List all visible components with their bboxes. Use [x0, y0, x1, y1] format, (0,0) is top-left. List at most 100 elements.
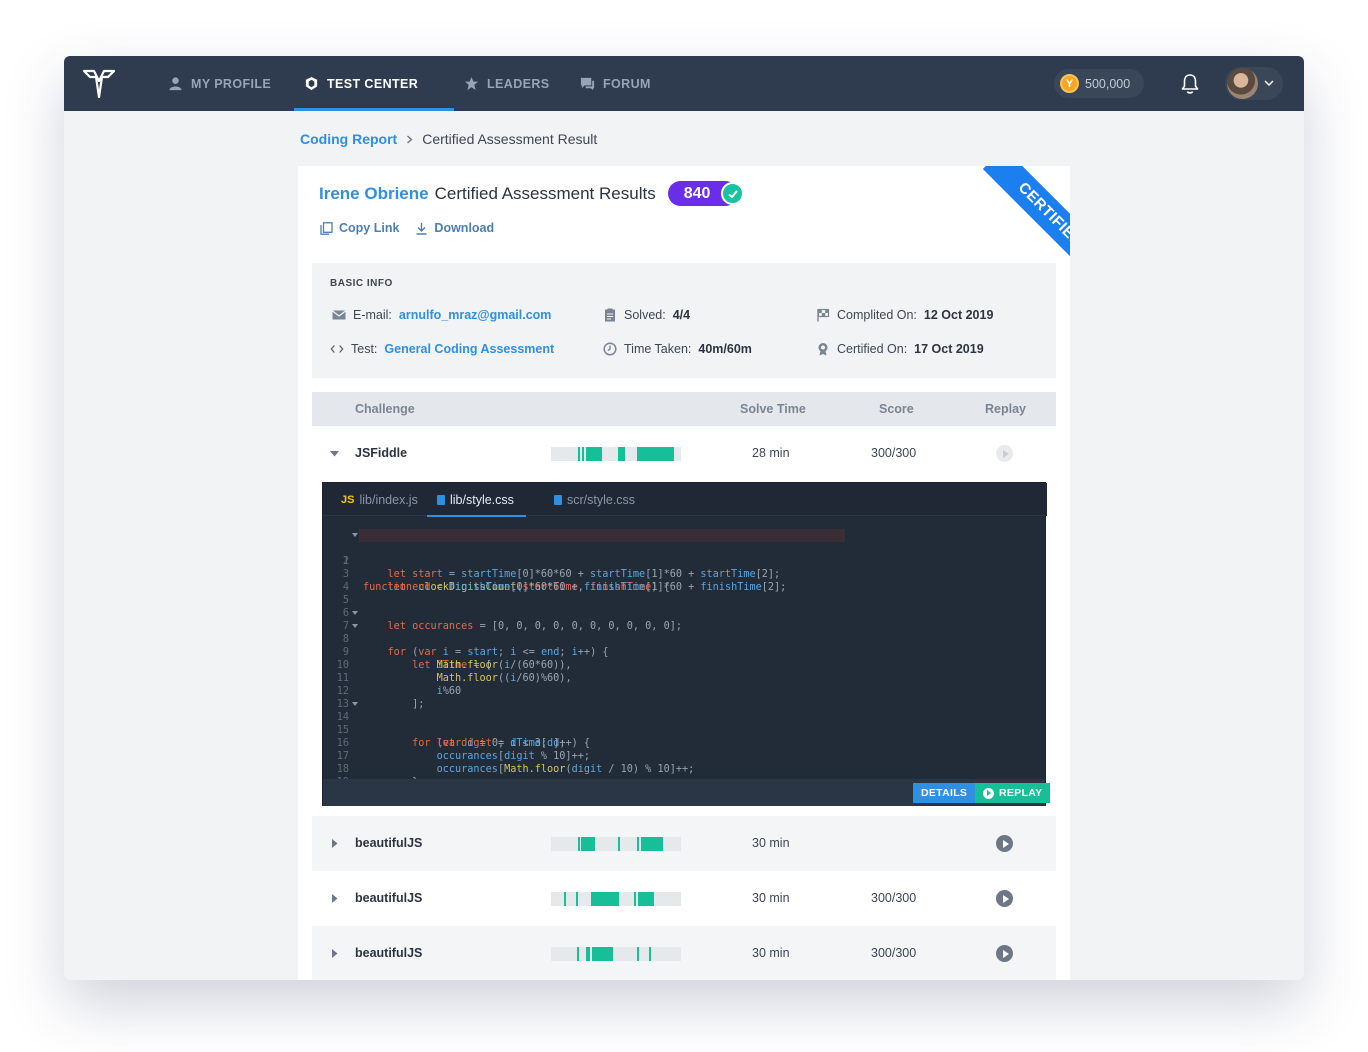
score: 300/300	[871, 946, 917, 960]
code-line: 17 occurances[Math.floor(digit / 10) % 1…	[323, 737, 695, 775]
caret-down-icon[interactable]	[330, 449, 339, 458]
header-score: Score	[879, 402, 914, 416]
tab-label: lib/index.js	[359, 492, 418, 507]
user-menu[interactable]	[1225, 67, 1283, 100]
timeline-segment	[581, 837, 595, 851]
solve-time: 28 min	[752, 446, 790, 460]
fold-arrow-icon[interactable]	[352, 533, 358, 537]
code-line: 2 let start = startTime[0]*60*60 + start…	[323, 542, 780, 580]
nav-my-profile-label: MY PROFILE	[191, 76, 272, 91]
copy-icon	[320, 221, 333, 235]
code-viewer: JS lib/index.js lib/style.css scr/style.…	[322, 482, 1051, 806]
candidate-name[interactable]: Irene Obriene	[319, 184, 429, 204]
timeline-segment	[577, 947, 579, 961]
coin-amount: 500,000	[1085, 76, 1131, 91]
js-file-icon: JS	[341, 493, 355, 506]
checkered-flag-icon	[817, 308, 830, 322]
tab-lib-index-js[interactable]: JS lib/index.js	[341, 483, 418, 516]
timeline-segment	[638, 892, 654, 906]
code-text: let digit = iTime[d];	[436, 738, 566, 749]
caret-right-icon[interactable]	[330, 839, 339, 848]
completed-value: 12 Oct 2019	[923, 308, 994, 322]
css-file-icon	[437, 494, 445, 505]
code-icon	[330, 345, 344, 353]
code-line: 12 ];	[323, 672, 425, 710]
fold-arrow-icon[interactable]	[352, 624, 358, 628]
caret-right-icon[interactable]	[330, 894, 339, 903]
email-link[interactable]: arnulfo_mraz@gmail.com	[399, 308, 552, 322]
nav-test-center[interactable]: TEST CENTER	[293, 56, 455, 111]
copy-link-button[interactable]: Copy Link	[320, 221, 399, 235]
breadcrumb-coding-report[interactable]: Coding Report	[300, 131, 397, 147]
solve-time: 30 min	[752, 946, 790, 960]
nav-leaders[interactable]: LEADERS	[464, 56, 550, 111]
download-icon	[416, 222, 427, 235]
code-text: for (var i = start; i <= end; i++) {	[387, 647, 609, 658]
download-button[interactable]: Download	[415, 221, 494, 235]
notification-bell-icon[interactable]	[1180, 73, 1200, 95]
table-row[interactable]: beautifulJS 30 min 300/300	[312, 871, 1056, 926]
coin-balance[interactable]: Y 500,000	[1054, 69, 1145, 98]
replay-icon[interactable]	[996, 835, 1013, 852]
chevron-down-icon	[1264, 80, 1274, 87]
timeline-segment	[586, 447, 602, 461]
certified-ribbon-label: CERTIFIED	[982, 166, 1070, 270]
code-line: 6 let occurances = [0, 0, 0, 0, 0, 0, 0,…	[323, 594, 682, 632]
table-row[interactable]: JSFiddle 28 min 300/300	[312, 426, 1056, 481]
app-logo-icon[interactable]	[82, 69, 116, 99]
replay-label: REPLAY	[999, 787, 1043, 799]
solve-time: 30 min	[752, 836, 790, 850]
timeline-segment	[591, 892, 619, 906]
table-row[interactable]: beautifulJS 30 min	[312, 816, 1056, 871]
code-line: 15 let digit = iTime[d];	[323, 711, 566, 749]
tab-label: scr/style.css	[567, 492, 636, 507]
code-line: 1 function clockDigitsCount(startTime, f…	[323, 529, 845, 593]
fold-arrow-icon[interactable]	[352, 611, 358, 615]
line-highlight	[359, 529, 845, 542]
replay-button[interactable]: REPLAY	[975, 783, 1051, 803]
timeline-segment	[582, 447, 584, 461]
solve-time: 30 min	[752, 891, 790, 905]
code-line: 19 }	[323, 763, 394, 801]
code-editor[interactable]: 1 function clockDigitsCount(startTime, f…	[323, 529, 1047, 801]
timeline-segment	[564, 892, 566, 906]
replay-icon[interactable]	[996, 445, 1013, 462]
replay-icon[interactable]	[996, 890, 1013, 907]
challenge-name: beautifulJS	[355, 946, 423, 960]
challenge-name: beautifulJS	[355, 891, 423, 905]
award-icon	[818, 343, 828, 356]
tab-label: lib/style.css	[450, 492, 514, 507]
code-text: let occurances = [0, 0, 0, 0, 0, 0, 0, 0…	[387, 621, 682, 632]
replay-icon[interactable]	[996, 945, 1013, 962]
check-icon	[721, 182, 745, 205]
basic-info-heading: BASIC INFO	[330, 278, 393, 289]
email-label: E-mail:	[353, 308, 392, 322]
nav-forum[interactable]: FORUM	[580, 56, 651, 111]
details-button[interactable]: DETAILS	[913, 783, 976, 803]
shield-icon	[305, 76, 318, 91]
timeline-segment	[641, 837, 663, 851]
test-link[interactable]: General Coding Assessment	[384, 342, 554, 356]
challenge-name: beautifulJS	[355, 836, 423, 850]
caret-right-icon[interactable]	[330, 949, 339, 958]
tab-lib-style-css[interactable]: lib/style.css	[427, 483, 526, 517]
tab-scr-style-css[interactable]: scr/style.css	[554, 483, 635, 516]
table-row[interactable]: beautifulJS 30 min 300/300	[312, 926, 1056, 980]
code-line: 10 Math.floor((i/60)%60),	[323, 646, 572, 684]
code-text: let start = startTime[0]*60*60 + startTi…	[387, 569, 781, 580]
code-line: 8 let iTime = [	[323, 620, 492, 671]
nav-my-profile[interactable]: MY PROFILE	[168, 56, 271, 111]
fold-arrow-icon[interactable]	[352, 702, 358, 706]
copy-link-label: Copy Link	[339, 221, 400, 235]
code-line: 18 }	[323, 750, 418, 788]
code-line: 5	[323, 581, 384, 606]
breadcrumb-current: Certified Assessment Result	[422, 131, 598, 147]
timeline-segment	[578, 837, 580, 851]
timeline-segment	[618, 447, 625, 461]
code-line: 4	[323, 568, 384, 593]
info-time-taken: Time Taken: 40m/60m	[603, 342, 752, 356]
score-badge: 840	[667, 181, 745, 206]
certified-ribbon: CERTIFIED	[966, 166, 1070, 270]
breadcrumb: Coding Report Certified Assessment Resul…	[300, 131, 597, 147]
code-line: 11 i%60	[323, 659, 461, 697]
